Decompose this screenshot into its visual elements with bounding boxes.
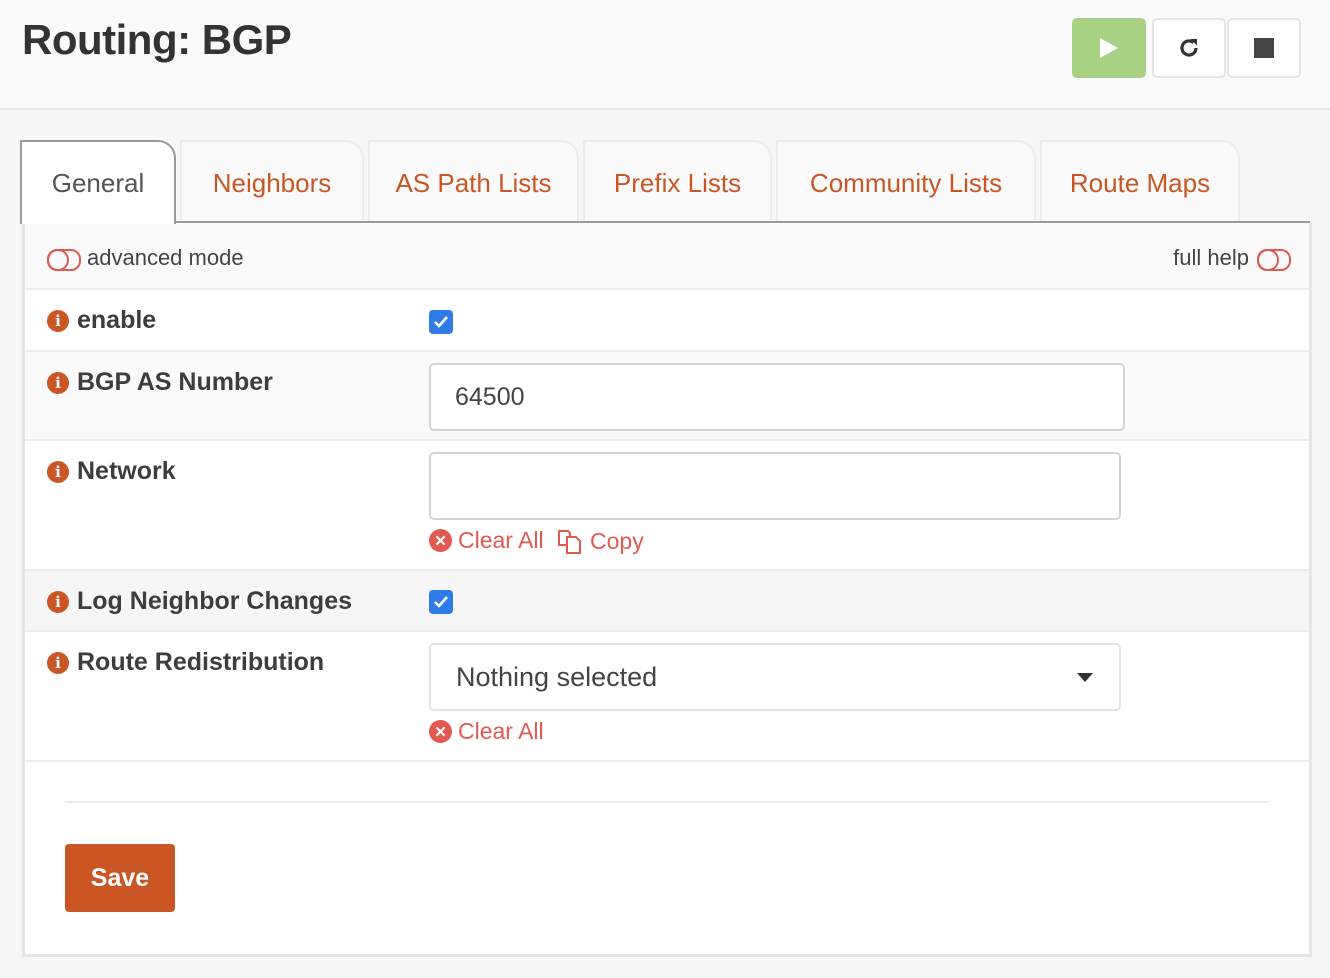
tab-prefix-lists[interactable]: Prefix Lists [583, 140, 772, 224]
help-toolbar: advanced mode full help [25, 223, 1309, 290]
clear-all-text: Clear All [458, 527, 544, 553]
route-redistribution-clear-all-link[interactable]: ✕ Clear All [429, 718, 544, 745]
full-help-toggle[interactable]: full help [1173, 245, 1291, 271]
route-redistribution-label-text: Route Redistribution [77, 648, 325, 676]
select-value: Nothing selected [456, 661, 658, 692]
tab-community-lists[interactable]: Community Lists [776, 140, 1036, 224]
enable-row: i enable [25, 290, 1309, 352]
general-panel: advanced mode full help i enable i BGP A… [22, 223, 1312, 957]
route-redistribution-label: i Route Redistribution [47, 648, 324, 677]
start-service-button[interactable] [1072, 18, 1146, 78]
enable-checkbox[interactable] [429, 310, 453, 334]
page-header: Routing: BGP [0, 0, 1330, 110]
copy-text: Copy [590, 527, 644, 554]
stop-icon [1254, 38, 1274, 58]
form-divider [65, 801, 1269, 803]
info-icon[interactable]: i [47, 460, 69, 483]
as-number-label: i BGP AS Number [47, 368, 273, 397]
route-redistribution-row: i Route Redistribution Nothing selected … [25, 632, 1309, 762]
clear-all-text: Clear All [458, 718, 544, 744]
play-icon [1100, 38, 1118, 58]
network-clear-all-link[interactable]: ✕ Clear All [429, 527, 544, 554]
network-label: i Network [47, 457, 176, 486]
advanced-mode-toggle[interactable]: advanced mode [47, 245, 244, 271]
info-icon[interactable]: i [47, 309, 69, 332]
tab-general[interactable]: General [20, 140, 176, 224]
copy-icon [558, 530, 581, 554]
network-label-text: Network [77, 457, 176, 485]
route-redistribution-select[interactable]: Nothing selected [429, 643, 1121, 711]
info-icon[interactable]: i [47, 371, 69, 394]
network-input[interactable] [429, 452, 1121, 520]
info-icon[interactable]: i [47, 590, 69, 613]
tab-route-maps[interactable]: Route Maps [1040, 140, 1240, 224]
checkmark-icon [434, 316, 448, 328]
as-number-row: i BGP AS Number 64500 [25, 352, 1309, 441]
log-neighbor-changes-label: i Log Neighbor Changes [47, 587, 352, 616]
tab-as-path-lists[interactable]: AS Path Lists [368, 140, 579, 224]
toggle-off-icon [1257, 249, 1291, 271]
clear-icon: ✕ [429, 720, 452, 743]
save-button[interactable]: Save [65, 844, 175, 912]
advanced-mode-label: advanced mode [87, 245, 244, 270]
tab-neighbors[interactable]: Neighbors [180, 140, 364, 224]
caret-down-icon [1077, 673, 1093, 682]
checkmark-icon [434, 596, 448, 608]
as-number-label-text: BGP AS Number [77, 368, 273, 396]
toggle-off-icon [47, 249, 81, 271]
info-icon[interactable]: i [47, 651, 69, 674]
enable-label: i enable [47, 306, 156, 335]
restart-service-button[interactable] [1152, 18, 1226, 78]
network-row: i Network ✕ Clear All Copy [25, 441, 1309, 571]
full-help-label: full help [1173, 245, 1249, 270]
enable-label-text: enable [77, 306, 157, 334]
log-neighbor-changes-label-text: Log Neighbor Changes [77, 587, 352, 615]
restart-icon [1180, 39, 1198, 57]
log-neighbor-changes-row: i Log Neighbor Changes [25, 571, 1309, 632]
page-title: Routing: BGP [22, 16, 292, 63]
stop-service-button[interactable] [1227, 18, 1301, 78]
as-number-input[interactable]: 64500 [429, 363, 1125, 431]
clear-icon: ✕ [429, 529, 452, 552]
log-neighbor-changes-checkbox[interactable] [429, 590, 453, 614]
network-copy-link[interactable]: Copy [556, 527, 644, 555]
